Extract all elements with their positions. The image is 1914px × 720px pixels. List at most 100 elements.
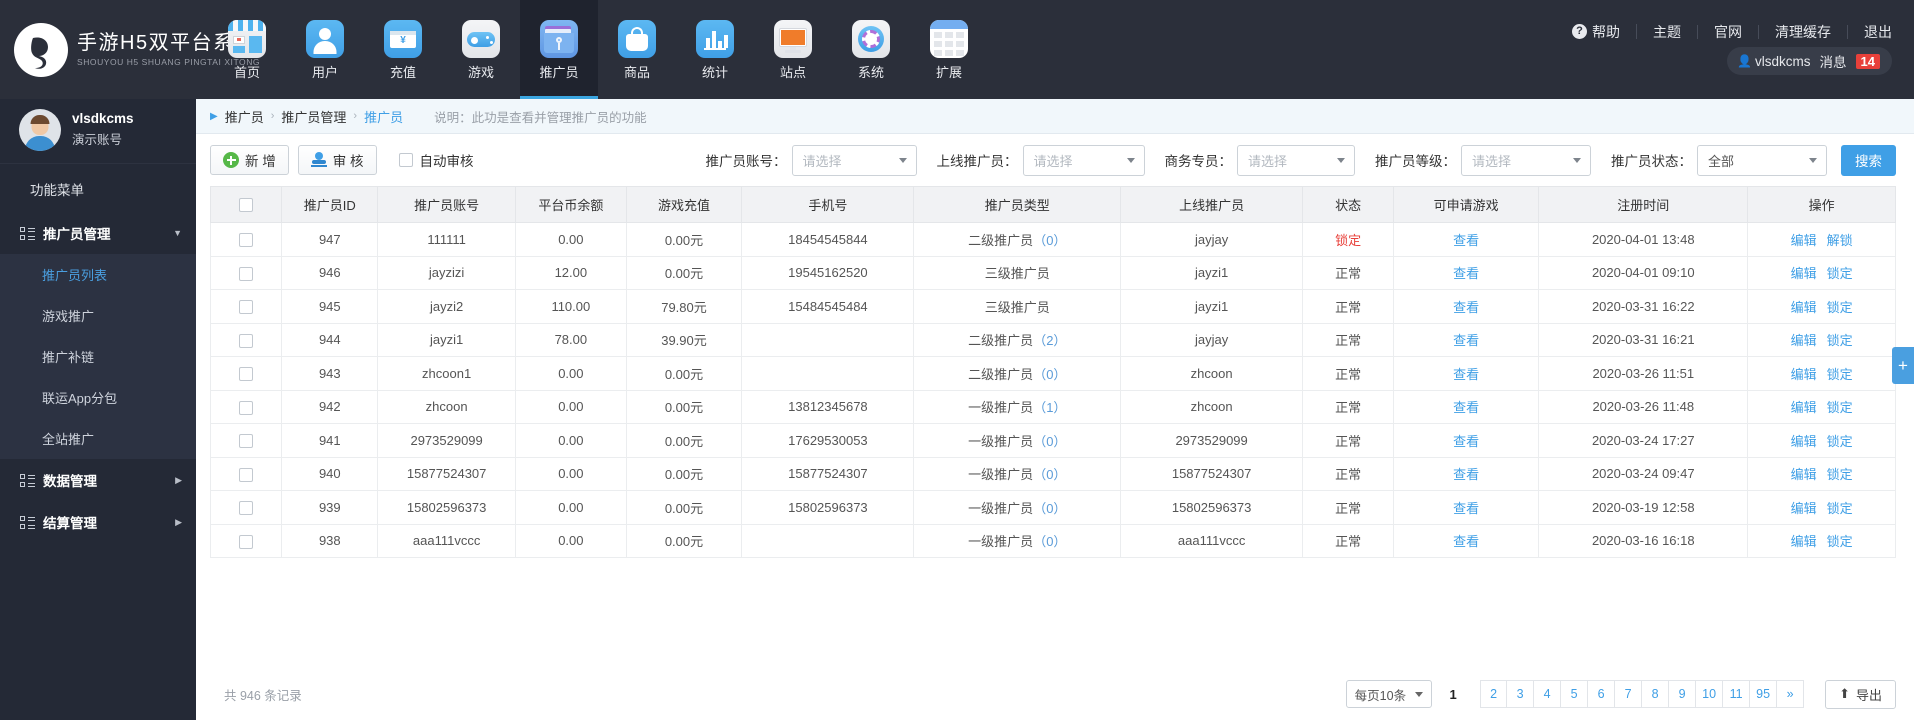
- row-checkbox-cell[interactable]: [209, 456, 283, 491]
- upline-promoter-select[interactable]: 请选择: [1022, 144, 1145, 176]
- edit-link[interactable]: 编辑: [1791, 397, 1817, 416]
- checkbox-icon[interactable]: [239, 467, 254, 482]
- edit-link[interactable]: 编辑: [1791, 531, 1817, 550]
- edit-link[interactable]: 编辑: [1791, 431, 1817, 450]
- promoter-level-select[interactable]: 请选择: [1461, 144, 1591, 176]
- page-number[interactable]: 4: [1534, 680, 1562, 708]
- cell-applicable-games[interactable]: 查看: [1393, 322, 1540, 357]
- view-link[interactable]: 查看: [1453, 467, 1479, 482]
- lock-link[interactable]: 锁定: [1827, 364, 1853, 383]
- theme-link[interactable]: 主题: [1637, 24, 1698, 39]
- row-checkbox-cell[interactable]: [209, 523, 283, 558]
- add-button[interactable]: 新 增: [210, 145, 289, 175]
- breadcrumb-item-2[interactable]: 推广员: [364, 107, 403, 126]
- view-link[interactable]: 查看: [1453, 434, 1479, 449]
- help-link[interactable]: ? 帮助: [1556, 24, 1637, 39]
- auto-audit-checkbox[interactable]: 自动审核: [398, 150, 474, 170]
- edit-link[interactable]: 编辑: [1791, 297, 1817, 316]
- clear-cache-link[interactable]: 清理缓存: [1759, 24, 1848, 39]
- view-link[interactable]: 查看: [1453, 501, 1479, 516]
- next-page-button[interactable]: »: [1777, 680, 1805, 708]
- nav-item-recharge[interactable]: ¥ 充值: [364, 0, 442, 99]
- lock-link[interactable]: 锁定: [1827, 263, 1853, 282]
- page-number[interactable]: 2: [1480, 680, 1508, 708]
- cell-applicable-games[interactable]: 查看: [1393, 255, 1540, 290]
- edit-link[interactable]: 编辑: [1791, 330, 1817, 349]
- sidebar-group-data-management[interactable]: 数据管理 ▶: [0, 459, 196, 501]
- lock-link[interactable]: 锁定: [1827, 431, 1853, 450]
- checkbox-icon[interactable]: [239, 400, 254, 415]
- row-checkbox-cell[interactable]: [209, 490, 283, 525]
- nav-item-home[interactable]: 首页: [208, 0, 286, 99]
- logout-link[interactable]: 退出: [1848, 25, 1896, 39]
- business-agent-select[interactable]: 请选择: [1237, 144, 1355, 176]
- view-link[interactable]: 查看: [1453, 400, 1479, 415]
- view-link[interactable]: 查看: [1453, 367, 1479, 382]
- sidebar-user-card[interactable]: vlsdkcms 演示账号: [0, 102, 196, 164]
- per-page-select[interactable]: 每页10条: [1345, 680, 1433, 708]
- side-expand-tab[interactable]: +: [1892, 347, 1914, 384]
- page-number[interactable]: 9: [1669, 680, 1697, 708]
- cell-applicable-games[interactable]: 查看: [1393, 389, 1540, 424]
- checkbox-icon[interactable]: [239, 333, 254, 348]
- checkbox-icon[interactable]: [239, 434, 254, 449]
- cell-applicable-games[interactable]: 查看: [1393, 490, 1540, 525]
- nav-item-promoter[interactable]: 推广员: [520, 0, 598, 99]
- page-number[interactable]: 5: [1561, 680, 1589, 708]
- edit-link[interactable]: 编辑: [1791, 230, 1817, 249]
- edit-link[interactable]: 编辑: [1791, 498, 1817, 517]
- search-button[interactable]: 搜索: [1841, 144, 1896, 176]
- checkbox-icon[interactable]: [239, 367, 254, 382]
- row-checkbox-cell[interactable]: [209, 356, 283, 391]
- nav-item-goods[interactable]: 商品: [598, 0, 676, 99]
- cell-applicable-games[interactable]: 查看: [1393, 456, 1540, 491]
- cell-applicable-games[interactable]: 查看: [1393, 423, 1540, 458]
- edit-link[interactable]: 编辑: [1791, 364, 1817, 383]
- official-site-link[interactable]: 官网: [1698, 24, 1759, 39]
- edit-link[interactable]: 编辑: [1791, 464, 1817, 483]
- export-button[interactable]: ⬆ 导出: [1825, 679, 1896, 709]
- checkbox-icon[interactable]: [239, 300, 254, 315]
- brand-logo-area[interactable]: 手游H5双平台系统 SHOUYOU H5 SHUANG PINGTAI XITO…: [0, 0, 260, 99]
- nav-item-site[interactable]: 站点: [754, 0, 832, 99]
- lock-link[interactable]: 锁定: [1827, 330, 1853, 349]
- page-number[interactable]: 7: [1615, 680, 1643, 708]
- view-link[interactable]: 查看: [1453, 266, 1479, 281]
- nav-item-system[interactable]: 系统: [832, 0, 910, 99]
- sidebar-item-promoter-list[interactable]: 推广员列表: [0, 254, 196, 295]
- select-all-header[interactable]: [209, 186, 283, 223]
- page-number[interactable]: 6: [1588, 680, 1616, 708]
- sidebar-group-settlement-management[interactable]: 结算管理 ▶: [0, 501, 196, 543]
- lock-link[interactable]: 锁定: [1827, 498, 1853, 517]
- nav-item-extension[interactable]: 扩展: [910, 0, 988, 99]
- breadcrumb-item-1[interactable]: 推广员管理: [281, 107, 346, 126]
- message-label[interactable]: 消息: [1820, 51, 1847, 71]
- sidebar-item-sitewide-promotion[interactable]: 全站推广: [0, 418, 196, 459]
- sidebar-item-app-package[interactable]: 联运App分包: [0, 377, 196, 418]
- checkbox-icon[interactable]: [239, 534, 254, 549]
- lock-link[interactable]: 锁定: [1827, 464, 1853, 483]
- row-checkbox-cell[interactable]: [209, 423, 283, 458]
- row-checkbox-cell[interactable]: [209, 289, 283, 324]
- row-checkbox-cell[interactable]: [209, 222, 283, 257]
- lock-link[interactable]: 锁定: [1827, 397, 1853, 416]
- promoter-account-select[interactable]: 请选择: [791, 144, 917, 176]
- cell-applicable-games[interactable]: 查看: [1393, 356, 1540, 391]
- audit-button[interactable]: 审 核: [297, 145, 377, 175]
- cell-applicable-games[interactable]: 查看: [1393, 289, 1540, 324]
- edit-link[interactable]: 编辑: [1791, 263, 1817, 282]
- sidebar-item-game-promotion[interactable]: 游戏推广: [0, 295, 196, 336]
- sidebar-item-promotion-relink[interactable]: 推广补链: [0, 336, 196, 377]
- lock-link[interactable]: 锁定: [1827, 531, 1853, 550]
- checkbox-icon[interactable]: [239, 501, 254, 516]
- row-checkbox-cell[interactable]: [209, 255, 283, 290]
- promoter-status-select[interactable]: 全部: [1697, 144, 1827, 176]
- nav-item-stats[interactable]: 统计: [676, 0, 754, 99]
- view-link[interactable]: 查看: [1453, 233, 1479, 248]
- checkbox-icon[interactable]: [239, 266, 254, 281]
- checkbox-icon[interactable]: [239, 233, 254, 248]
- checkbox-icon[interactable]: [239, 198, 254, 213]
- page-number[interactable]: 11: [1723, 680, 1751, 708]
- row-checkbox-cell[interactable]: [209, 389, 283, 424]
- view-link[interactable]: 查看: [1453, 300, 1479, 315]
